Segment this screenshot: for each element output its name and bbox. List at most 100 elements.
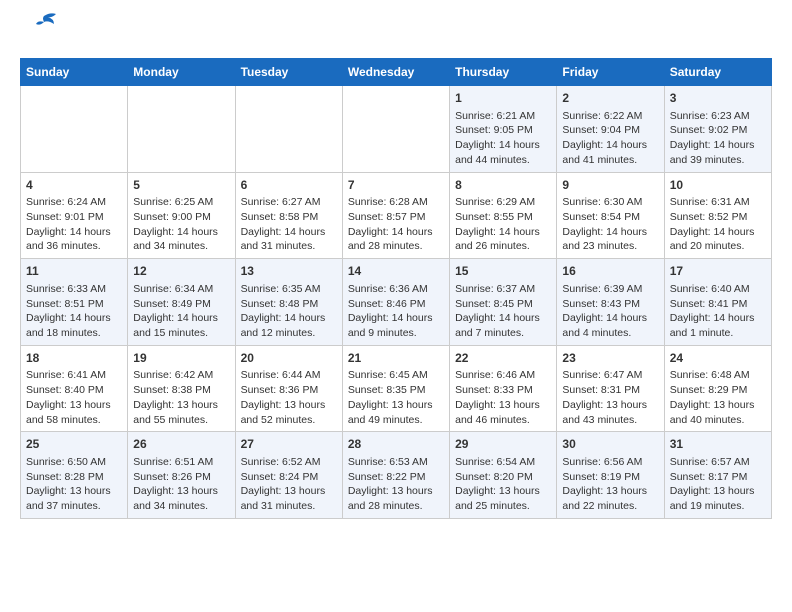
day-info: Daylight: 13 hours and 40 minutes.: [670, 398, 766, 427]
day-info: Daylight: 14 hours and 4 minutes.: [562, 311, 658, 340]
day-info: Sunset: 8:17 PM: [670, 470, 766, 485]
calendar-cell: 11Sunrise: 6:33 AMSunset: 8:51 PMDayligh…: [21, 259, 128, 346]
day-info: Sunset: 8:43 PM: [562, 297, 658, 312]
calendar-cell: 8Sunrise: 6:29 AMSunset: 8:55 PMDaylight…: [450, 172, 557, 259]
calendar-cell: 4Sunrise: 6:24 AMSunset: 9:01 PMDaylight…: [21, 172, 128, 259]
day-info: Daylight: 14 hours and 41 minutes.: [562, 138, 658, 167]
day-info: Sunrise: 6:52 AM: [241, 455, 337, 470]
day-info: Daylight: 14 hours and 18 minutes.: [26, 311, 122, 340]
day-info: Sunrise: 6:47 AM: [562, 368, 658, 383]
day-info: Daylight: 14 hours and 9 minutes.: [348, 311, 444, 340]
day-number: 11: [26, 263, 122, 280]
calendar-cell: 12 Sunrise: 6:34 AMSunset: 8:49 PMDayligh…: [128, 259, 235, 346]
day-info: Sunrise: 6:40 AM: [670, 282, 766, 297]
day-info: Sunrise: 6:42 AM: [133, 368, 229, 383]
day-info: Sunrise: 6:57 AM: [670, 455, 766, 470]
day-info: Sunset: 8:57 PM: [348, 210, 444, 225]
day-info: Sunrise: 6:51 AM: [133, 455, 229, 470]
day-info: Sunrise: 6:45 AM: [348, 368, 444, 383]
day-info: Sunrise: 6:50 AM: [26, 455, 122, 470]
day-info: Daylight: 14 hours and 39 minutes.: [670, 138, 766, 167]
calendar-week-row: 11Sunrise: 6:33 AMSunset: 8:51 PMDayligh…: [21, 259, 772, 346]
day-info: Sunset: 8:19 PM: [562, 470, 658, 485]
day-info: Sunset: 8:40 PM: [26, 383, 122, 398]
calendar-cell: 28Sunrise: 6:53 AMSunset: 8:22 PMDayligh…: [342, 432, 449, 519]
day-number: 30: [562, 436, 658, 453]
day-info: Sunrise: 6:44 AM: [241, 368, 337, 383]
day-info: Sunset: 8:58 PM: [241, 210, 337, 225]
calendar-cell: [21, 86, 128, 173]
day-info: Sunrise: 6:46 AM: [455, 368, 551, 383]
weekday-header: Saturday: [664, 59, 771, 86]
calendar-week-row: 4Sunrise: 6:24 AMSunset: 9:01 PMDaylight…: [21, 172, 772, 259]
day-info: Daylight: 14 hours and 1 minute.: [670, 311, 766, 340]
day-number: 26: [133, 436, 229, 453]
day-info: Sunset: 8:49 PM: [133, 297, 229, 312]
day-info: Sunrise: 6:34 AM: [133, 282, 229, 297]
calendar-cell: 16 Sunrise: 6:39 AMSunset: 8:43 PMDayligh…: [557, 259, 664, 346]
day-info: Sunrise: 6:41 AM: [26, 368, 122, 383]
day-number: 22: [455, 350, 551, 367]
day-info: Sunrise: 6:54 AM: [455, 455, 551, 470]
day-number: 25: [26, 436, 122, 453]
day-info: Sunrise: 6:27 AM: [241, 195, 337, 210]
day-info: Sunset: 8:41 PM: [670, 297, 766, 312]
day-info: Daylight: 14 hours and 28 minutes.: [348, 225, 444, 254]
calendar-cell: [235, 86, 342, 173]
day-info: Sunrise: 6:39 AM: [562, 282, 658, 297]
day-number: 4: [26, 177, 122, 194]
day-info: Sunset: 8:46 PM: [348, 297, 444, 312]
day-info: Sunset: 8:51 PM: [26, 297, 122, 312]
day-info: Daylight: 14 hours and 36 minutes.: [26, 225, 122, 254]
day-number: 8: [455, 177, 551, 194]
day-info: Sunrise: 6:35 AM: [241, 282, 337, 297]
weekday-header: Tuesday: [235, 59, 342, 86]
day-info: Sunset: 8:33 PM: [455, 383, 551, 398]
day-info: Sunset: 8:24 PM: [241, 470, 337, 485]
day-info: Daylight: 13 hours and 43 minutes.: [562, 398, 658, 427]
day-number: 12: [133, 263, 229, 280]
calendar-cell: 20Sunrise: 6:44 AMSunset: 8:36 PMDayligh…: [235, 345, 342, 432]
day-info: Daylight: 14 hours and 31 minutes.: [241, 225, 337, 254]
calendar-cell: 19Sunrise: 6:42 AMSunset: 8:38 PMDayligh…: [128, 345, 235, 432]
day-number: 28: [348, 436, 444, 453]
day-info: Sunset: 8:20 PM: [455, 470, 551, 485]
day-info: Sunrise: 6:23 AM: [670, 109, 766, 124]
day-number: 19: [133, 350, 229, 367]
day-info: Sunrise: 6:48 AM: [670, 368, 766, 383]
calendar-week-row: 1Sunrise: 6:21 AMSunset: 9:05 PMDaylight…: [21, 86, 772, 173]
day-number: 15: [455, 263, 551, 280]
calendar-cell: 29Sunrise: 6:54 AMSunset: 8:20 PMDayligh…: [450, 432, 557, 519]
day-info: Sunset: 8:38 PM: [133, 383, 229, 398]
day-info: Sunrise: 6:25 AM: [133, 195, 229, 210]
calendar-cell: 3Sunrise: 6:23 AMSunset: 9:02 PMDaylight…: [664, 86, 771, 173]
day-info: Sunrise: 6:22 AM: [562, 109, 658, 124]
calendar-cell: 10Sunrise: 6:31 AMSunset: 8:52 PMDayligh…: [664, 172, 771, 259]
day-info: Daylight: 14 hours and 20 minutes.: [670, 225, 766, 254]
day-info: Daylight: 14 hours and 23 minutes.: [562, 225, 658, 254]
day-info: Daylight: 13 hours and 49 minutes.: [348, 398, 444, 427]
weekday-header: Thursday: [450, 59, 557, 86]
day-info: Sunset: 8:55 PM: [455, 210, 551, 225]
day-info: Daylight: 13 hours and 34 minutes.: [133, 484, 229, 513]
day-number: 16: [562, 263, 658, 280]
day-info: Daylight: 14 hours and 26 minutes.: [455, 225, 551, 254]
day-info: Sunset: 8:29 PM: [670, 383, 766, 398]
day-info: Daylight: 13 hours and 58 minutes.: [26, 398, 122, 427]
day-info: Sunset: 8:26 PM: [133, 470, 229, 485]
calendar-cell: 30Sunrise: 6:56 AMSunset: 8:19 PMDayligh…: [557, 432, 664, 519]
calendar-cell: [342, 86, 449, 173]
day-info: Sunrise: 6:21 AM: [455, 109, 551, 124]
calendar-cell: 7Sunrise: 6:28 AMSunset: 8:57 PMDaylight…: [342, 172, 449, 259]
weekday-header-row: SundayMondayTuesdayWednesdayThursdayFrid…: [21, 59, 772, 86]
day-number: 21: [348, 350, 444, 367]
day-number: 23: [562, 350, 658, 367]
day-info: Sunrise: 6:31 AM: [670, 195, 766, 210]
day-number: 20: [241, 350, 337, 367]
day-number: 13: [241, 263, 337, 280]
day-number: 14: [348, 263, 444, 280]
day-info: Daylight: 14 hours and 15 minutes.: [133, 311, 229, 340]
calendar-cell: 18Sunrise: 6:41 AMSunset: 8:40 PMDayligh…: [21, 345, 128, 432]
day-number: 1: [455, 90, 551, 107]
weekday-header: Wednesday: [342, 59, 449, 86]
